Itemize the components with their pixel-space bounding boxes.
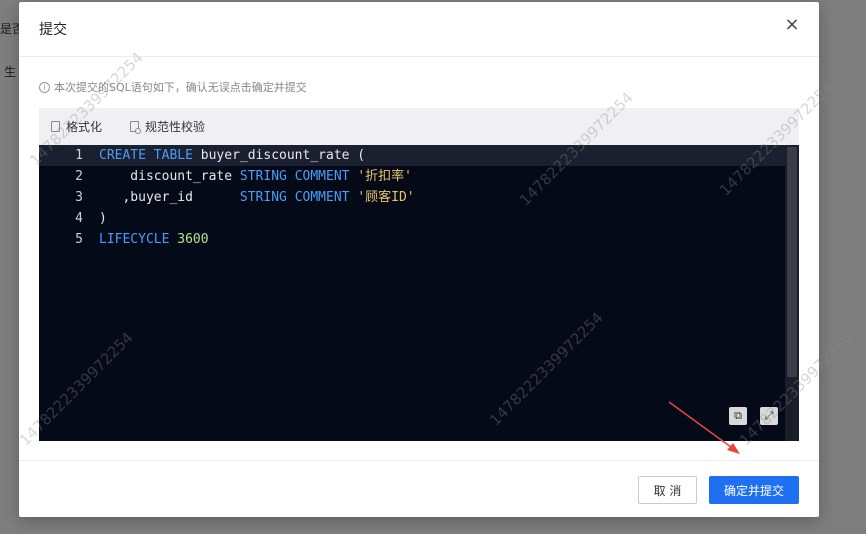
document-check-icon (130, 121, 142, 134)
code-text: ) (99, 211, 107, 226)
lint-check-label: 规范性校验 (145, 120, 206, 134)
format-button[interactable]: 格式化 (51, 118, 102, 135)
editor-toolbar: 格式化 规范性校验 (39, 108, 799, 145)
line-number: 4 (75, 211, 83, 226)
line-number: 3 (75, 190, 83, 205)
format-label: 格式化 (66, 120, 103, 134)
code-text: LIFECYCLE 3600 (99, 232, 209, 247)
code-area[interactable]: 5 LIFECYCLE 3600 4) 3 ,buyer_id STRING COMM… (39, 145, 799, 441)
cancel-button[interactable]: 取 消 (638, 476, 697, 504)
dialog-header: 提交 × (19, 2, 819, 57)
code-text: discount_rate STRING COMMENT '折扣率' (99, 169, 412, 184)
fullscreen-icon[interactable]: ⤢ (760, 407, 778, 425)
sql-editor: 格式化 规范性校验 5 LIFECYCLE 3600 4) 3 ,buyer_id S… (39, 108, 799, 441)
info-icon: i (39, 81, 50, 93)
line-number: 5 (75, 232, 83, 247)
submit-dialog: 提交 × i 本次提交的SQL语句如下，确认无误点击确定并提交 格式化 规范性校… (19, 2, 819, 517)
copy-icon[interactable]: ⧉ (729, 407, 747, 425)
code-text: ,buyer_id STRING COMMENT '顾客ID' (99, 190, 415, 205)
notice-label: 本次提交的SQL语句如下，确认无误点击确定并提交 (54, 81, 307, 94)
lint-check-button[interactable]: 规范性校验 (130, 118, 205, 135)
confirm-submit-button[interactable]: 确定并提交 (709, 476, 799, 504)
scroll-thumb[interactable] (787, 147, 797, 377)
document-icon (51, 121, 60, 132)
dialog-footer: 取 消 确定并提交 (19, 460, 819, 517)
notice-text: i 本次提交的SQL语句如下，确认无误点击确定并提交 (39, 79, 307, 95)
line-number: 1 (75, 148, 83, 163)
dialog-title: 提交 (39, 22, 67, 38)
code-text: CREATE TABLE buyer_discount_rate ( (99, 148, 366, 163)
code-line[interactable]: 1 CREATE TABLE buyer_discount_rate ( (39, 145, 785, 166)
close-icon[interactable]: × (783, 16, 801, 34)
editor-scrollbar[interactable] (785, 145, 799, 441)
line-number: 2 (75, 169, 83, 184)
